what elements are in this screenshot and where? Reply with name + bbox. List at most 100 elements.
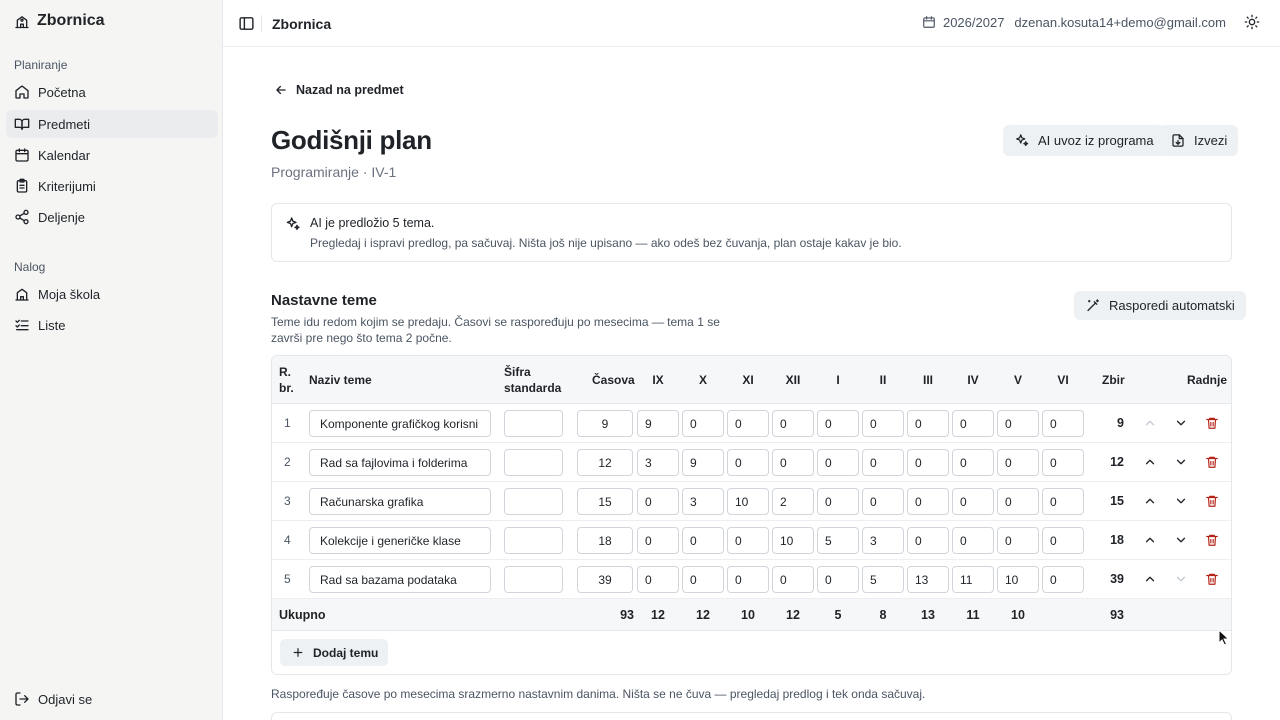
month-hours-input[interactable]: 10 [727,488,769,515]
month-hours-input[interactable]: 0 [862,449,904,476]
school-year-selector[interactable]: 2026/2027 [921,15,1004,30]
month-hours-input[interactable]: 2 [772,488,814,515]
month-hours-input[interactable]: 0 [727,410,769,437]
month-hours-input[interactable]: 10 [997,566,1039,593]
month-hours-input[interactable]: 3 [682,488,724,515]
move-up-icon[interactable] [1143,494,1157,508]
month-hours-input[interactable]: 0 [817,488,859,515]
month-hours-input[interactable]: 0 [682,527,724,554]
month-hours-input[interactable]: 0 [907,449,949,476]
sun-icon[interactable] [1244,14,1260,30]
month-hours-input[interactable]: 0 [727,566,769,593]
calendar-icon [15,148,29,162]
month-hours-input[interactable]: 0 [727,527,769,554]
month-hours-input[interactable]: 11 [952,566,994,593]
hours-input[interactable]: 12 [577,449,633,476]
topic-name-input[interactable]: Komponente grafičkog korisni [309,410,491,437]
move-up-icon[interactable] [1143,572,1157,586]
month-hours-input[interactable]: 0 [1042,488,1084,515]
month-hours-input[interactable]: 0 [817,566,859,593]
sidebar-item-home[interactable]: Početna [6,78,218,106]
delete-icon[interactable] [1205,455,1219,469]
delete-icon[interactable] [1205,572,1219,586]
month-hours-input[interactable]: 0 [862,488,904,515]
month-hours-input[interactable]: 5 [862,566,904,593]
month-hours-input[interactable]: 0 [637,527,679,554]
move-down-icon[interactable] [1174,455,1188,469]
month-hours-input[interactable]: 0 [997,410,1039,437]
sidebar-item-criteria[interactable]: Kriterijumi [6,172,218,200]
month-hours-input[interactable]: 0 [952,488,994,515]
hours-input[interactable]: 15 [577,488,633,515]
delete-icon[interactable] [1205,494,1219,508]
standard-code-input[interactable] [504,410,563,437]
sidebar-item-label: Kriterijumi [38,178,96,194]
standard-code-input[interactable] [504,449,563,476]
sidebar-item-calendar[interactable]: Kalendar [6,141,218,169]
app-logo[interactable]: Zbornica [14,12,105,30]
delete-icon[interactable] [1205,533,1219,547]
month-hours-input[interactable]: 0 [682,566,724,593]
month-hours-input[interactable]: 0 [952,410,994,437]
month-hours-input[interactable]: 0 [772,410,814,437]
month-hours-input[interactable]: 0 [907,410,949,437]
hours-input[interactable]: 9 [577,410,633,437]
month-hours-input[interactable]: 9 [682,449,724,476]
month-hours-input[interactable]: 0 [772,566,814,593]
sidebar-item-sharing[interactable]: Deljenje [6,203,218,231]
hours-input[interactable]: 39 [577,566,633,593]
month-hours-input[interactable]: 5 [817,527,859,554]
month-hours-input[interactable]: 0 [1042,566,1084,593]
move-down-icon[interactable] [1174,572,1188,586]
month-hours-input[interactable]: 0 [997,449,1039,476]
move-down-icon[interactable] [1174,494,1188,508]
month-hours-input[interactable]: 0 [1042,527,1084,554]
month-hours-input[interactable]: 3 [862,527,904,554]
topic-name-input[interactable]: Računarska grafika [309,488,491,515]
sidebar-item-my-school[interactable]: Moja škola [6,280,218,308]
topic-name-input[interactable]: Kolekcije i generičke klase [309,527,491,554]
month-hours-input[interactable]: 0 [682,410,724,437]
sidebar-item-lists[interactable]: Liste [6,311,218,339]
month-hours-input[interactable]: 0 [772,449,814,476]
month-hours-input[interactable]: 0 [997,527,1039,554]
month-hours-input[interactable]: 0 [637,566,679,593]
month-hours-input[interactable]: 3 [637,449,679,476]
move-up-icon[interactable] [1143,533,1157,547]
month-hours-input[interactable]: 0 [637,488,679,515]
month-hours-input[interactable]: 0 [1042,449,1084,476]
topic-name-input[interactable]: Rad sa fajlovima i folderima [309,449,491,476]
auto-distribute-button[interactable]: Rasporedi automatski [1074,291,1246,320]
table-row: 4 Kolekcije i generičke klase 18 0 0 0 10 5 3 0 0 0… [272,521,1231,560]
month-hours-input[interactable]: 0 [907,488,949,515]
delete-icon[interactable] [1205,416,1219,430]
move-up-icon[interactable] [1143,455,1157,469]
move-down-icon[interactable] [1174,416,1188,430]
month-hours-input[interactable]: 0 [862,410,904,437]
add-topic-button[interactable]: Dodaj temu [280,639,389,666]
month-hours-input[interactable]: 0 [952,449,994,476]
month-hours-input[interactable]: 0 [817,410,859,437]
month-hours-input[interactable]: 9 [637,410,679,437]
standard-code-input[interactable] [504,566,563,593]
month-hours-input[interactable]: 0 [997,488,1039,515]
month-hours-input[interactable]: 0 [727,449,769,476]
back-to-subject-link[interactable]: Nazad na predmet [273,83,404,97]
ai-import-button[interactable]: AI uvoz iz programa [1003,125,1165,156]
export-button[interactable]: Izvezi [1159,125,1239,156]
sidebar-toggle-icon[interactable] [238,15,255,32]
month-hours-input[interactable]: 10 [772,527,814,554]
move-down-icon[interactable] [1174,533,1188,547]
month-hours-input[interactable]: 0 [952,527,994,554]
month-hours-input[interactable]: 0 [1042,410,1084,437]
logout-button[interactable]: Odjavi se [6,685,218,713]
hours-input[interactable]: 18 [577,527,633,554]
topic-name-input[interactable]: Rad sa bazama podataka [309,566,491,593]
month-hours-input[interactable]: 0 [907,527,949,554]
standard-code-input[interactable] [504,488,563,515]
month-hours-input[interactable]: 0 [817,449,859,476]
standard-code-input[interactable] [504,527,563,554]
move-up-icon[interactable] [1143,416,1157,430]
sidebar-item-subjects[interactable]: Predmeti [6,110,218,138]
month-hours-input[interactable]: 13 [907,566,949,593]
